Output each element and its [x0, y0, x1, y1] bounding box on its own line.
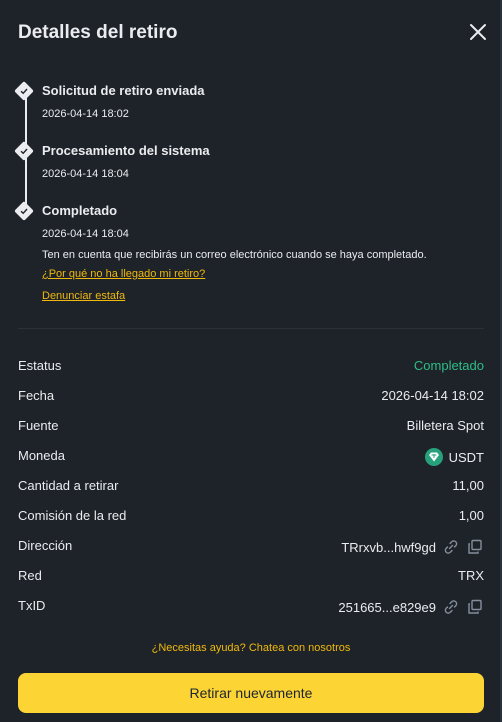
detail-row-fee: Comisión de la red 1,00 — [18, 508, 484, 528]
detail-value: 11,00 — [452, 478, 484, 493]
detail-row-amount: Cantidad a retirar 11,00 — [18, 478, 484, 498]
detail-label: Cantidad a retirar — [18, 478, 119, 493]
detail-label: Red — [18, 568, 42, 583]
copy-icon[interactable] — [466, 598, 484, 616]
page-title: Detalles del retiro — [18, 22, 178, 43]
report-scam-link[interactable]: Denunciar estafa — [42, 290, 125, 302]
withdrawal-details-panel: Detalles del retiro Solicitud de retiro … — [0, 0, 502, 722]
link-icon[interactable] — [442, 598, 460, 616]
step-time: 2026-04-14 18:04 — [42, 168, 129, 180]
coin-value: USDT — [424, 448, 484, 466]
usdt-icon — [424, 448, 443, 466]
detail-value: Billetera Spot — [406, 418, 484, 433]
check-icon — [14, 81, 34, 101]
detail-label: Fecha — [18, 388, 55, 403]
detail-value: 1,00 — [458, 508, 484, 523]
detail-label: Comisión de la red — [18, 508, 127, 523]
copy-icon[interactable] — [466, 538, 484, 556]
step-time: 2026-04-14 18:04 — [42, 228, 129, 240]
close-icon[interactable] — [466, 20, 490, 44]
check-icon — [14, 201, 34, 221]
detail-value: TRX — [458, 568, 484, 583]
detail-row-date: Fecha 2026-04-14 18:02 — [18, 388, 484, 408]
address-value: TRrxvb...hwf9gd — [341, 539, 436, 555]
detail-label: Fuente — [18, 418, 59, 433]
check-icon — [14, 141, 34, 161]
address-value-group: TRrxvb...hwf9gd — [341, 538, 484, 556]
step-time: 2026-04-14 18:02 — [42, 108, 129, 120]
detail-row-txid: TxID 251665...e829e9 — [18, 598, 484, 618]
detail-row-address: Dirección TRrxvb...hwf9gd — [18, 538, 484, 558]
divider — [18, 328, 484, 329]
detail-row-coin: Moneda USDT — [18, 448, 484, 468]
status-badge: Completado — [413, 358, 484, 373]
detail-label: Moneda — [18, 448, 65, 463]
email-note: Ten en cuenta que recibirás un correo el… — [42, 249, 427, 261]
detail-row-status: Estatus Completado — [18, 358, 484, 378]
link-icon[interactable] — [442, 538, 460, 556]
chat-support-link[interactable]: ¿Necesitas ayuda? Chatea con nosotros — [0, 642, 502, 654]
step-label: Procesamiento del sistema — [42, 143, 210, 158]
detail-label: TxID — [18, 598, 46, 613]
coin-name: USDT — [448, 449, 484, 465]
txid-value: 251665...e829e9 — [338, 599, 436, 615]
detail-label: Dirección — [18, 538, 73, 553]
txid-value-group: 251665...e829e9 — [338, 598, 484, 616]
detail-value: 2026-04-14 18:02 — [381, 388, 484, 403]
step-label: Completado — [42, 203, 118, 218]
step-label: Solicitud de retiro enviada — [42, 83, 205, 98]
why-not-arrived-link[interactable]: ¿Por qué no ha llegado mi retiro? — [42, 268, 205, 280]
detail-row-source: Fuente Billetera Spot — [18, 418, 484, 438]
detail-label: Estatus — [18, 358, 62, 373]
withdraw-again-button[interactable]: Retirar nuevamente — [18, 673, 484, 713]
detail-row-network: Red TRX — [18, 568, 484, 588]
